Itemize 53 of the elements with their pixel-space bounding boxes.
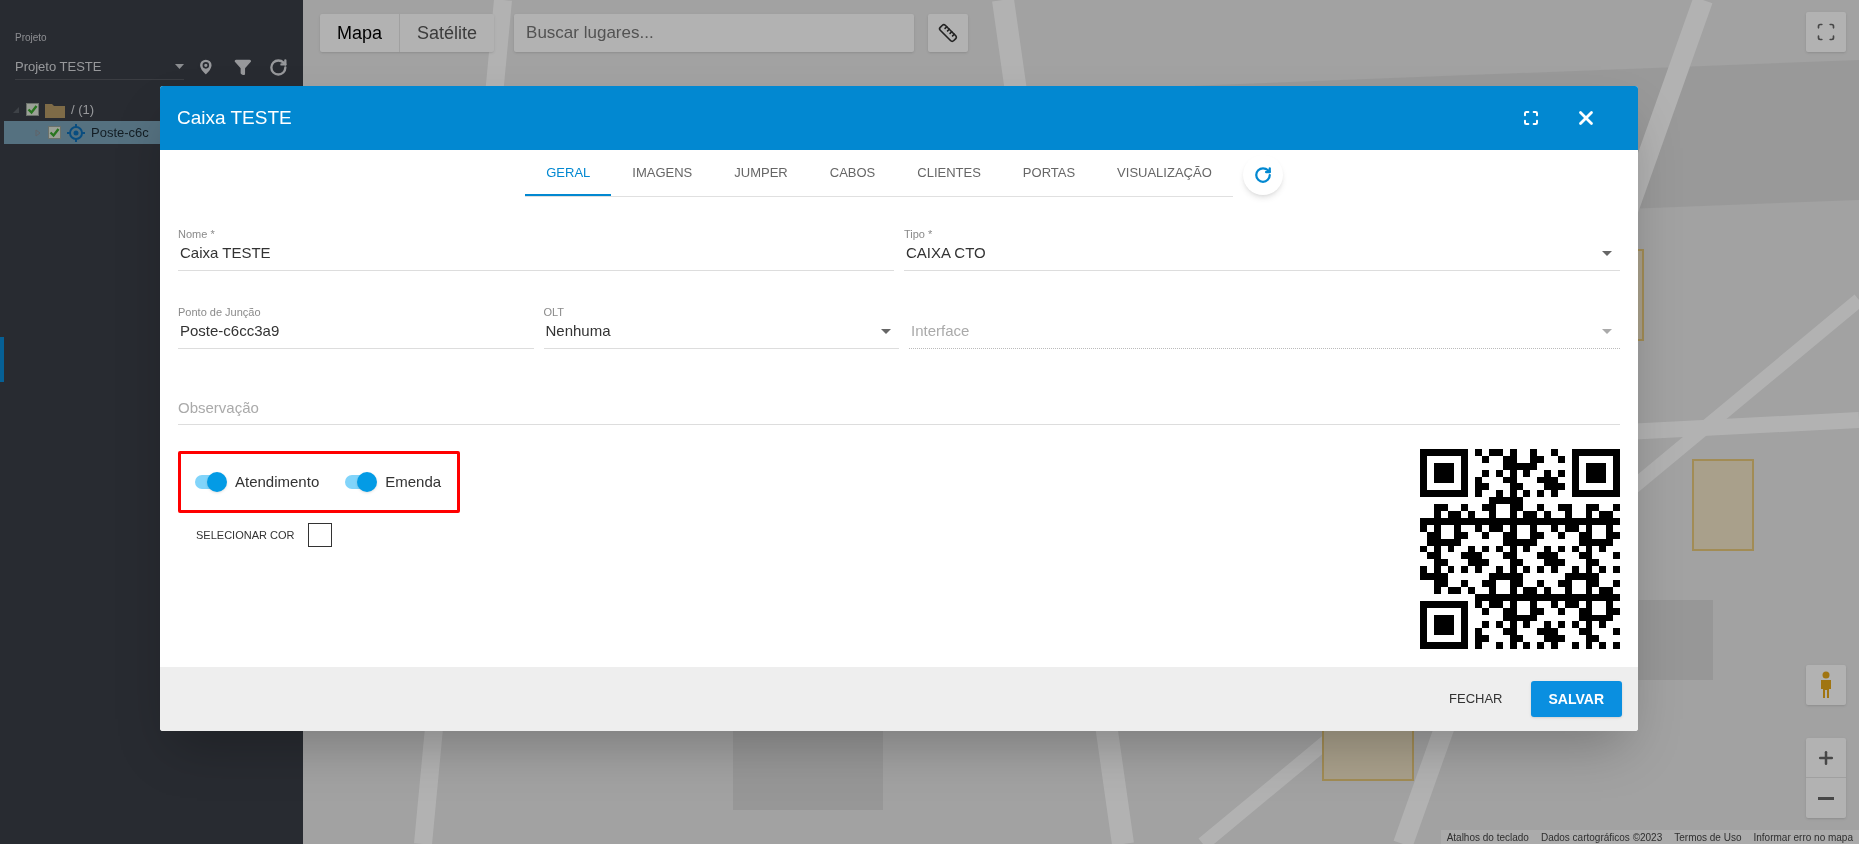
field-label: Ponto de Junção [178, 306, 261, 318]
save-button[interactable]: SALVAR [1530, 681, 1622, 717]
toggle-label: Atendimento [235, 471, 320, 492]
tab[interactable]: CLIENTES [896, 152, 1002, 196]
dropdown-caret-icon [1602, 251, 1612, 256]
fullscreen-icon [1816, 22, 1836, 42]
dropdown-caret-icon [881, 329, 891, 334]
project-select[interactable]: Projeto TESTE [15, 54, 184, 80]
dropdown-caret-icon [1602, 329, 1612, 334]
tab[interactable]: VISUALIZAÇÃO [1096, 152, 1233, 196]
map-type-tab[interactable]: Mapa [320, 14, 400, 52]
attribution-link[interactable]: Dados cartográficos ©2023 [1540, 829, 1663, 844]
map-type-tab[interactable]: Satélite [399, 14, 495, 52]
close-button[interactable]: FECHAR [1431, 681, 1521, 717]
refresh-icon [1253, 165, 1272, 184]
search-field[interactable]: Buscar lugares... [514, 14, 915, 52]
dropdown-caret-icon [175, 64, 184, 69]
maximize-icon[interactable] [1523, 110, 1539, 126]
minus-icon [1818, 796, 1834, 800]
street-view-button[interactable] [1806, 665, 1846, 705]
attribution-link[interactable]: Informar erro no mapa [1753, 829, 1853, 844]
project-label: Projeto [15, 32, 47, 43]
tree-item-label: Poste-c6c [91, 123, 149, 142]
attribution-link[interactable]: Atalhos do teclado [1446, 829, 1529, 844]
refresh-icon[interactable] [269, 57, 288, 77]
checked-checkbox-icon[interactable] [48, 126, 61, 139]
person-figure-icon [1819, 671, 1833, 699]
refresh-button[interactable] [1242, 154, 1283, 195]
tab[interactable]: JUMPER [713, 152, 809, 196]
toggle-switch[interactable] [195, 472, 227, 492]
tab[interactable]: IMAGENS [611, 152, 714, 196]
ruler-icon [938, 23, 959, 43]
target-icon [67, 123, 85, 142]
color-swatch[interactable] [308, 523, 333, 547]
color-picker-label: SELECIONAR COR [196, 527, 295, 543]
checked-checkbox-icon[interactable] [26, 103, 39, 116]
toggle-label: Emenda [385, 471, 442, 492]
tab[interactable]: GERAL [525, 152, 612, 196]
attribution-link[interactable]: Termos de Uso [1674, 829, 1742, 844]
field-label: OLT [543, 306, 565, 318]
fullscreen-button[interactable] [1806, 12, 1846, 52]
toggle-switch[interactable] [345, 472, 378, 492]
select-field[interactable]: Nenhuma [543, 315, 899, 349]
filter-icon[interactable] [233, 58, 252, 76]
ruler-button[interactable] [928, 14, 969, 52]
tab[interactable]: PORTAS [1001, 152, 1097, 196]
sidebar-indicator [0, 337, 4, 382]
input-field[interactable]: Caixa TESTE [178, 237, 894, 271]
tree-item-label: / (1) [71, 100, 95, 119]
field-label: Nome * [178, 228, 215, 240]
tab[interactable]: CABOS [808, 152, 897, 196]
field-label: Tipo * [904, 228, 933, 240]
folder-icon [45, 101, 65, 118]
